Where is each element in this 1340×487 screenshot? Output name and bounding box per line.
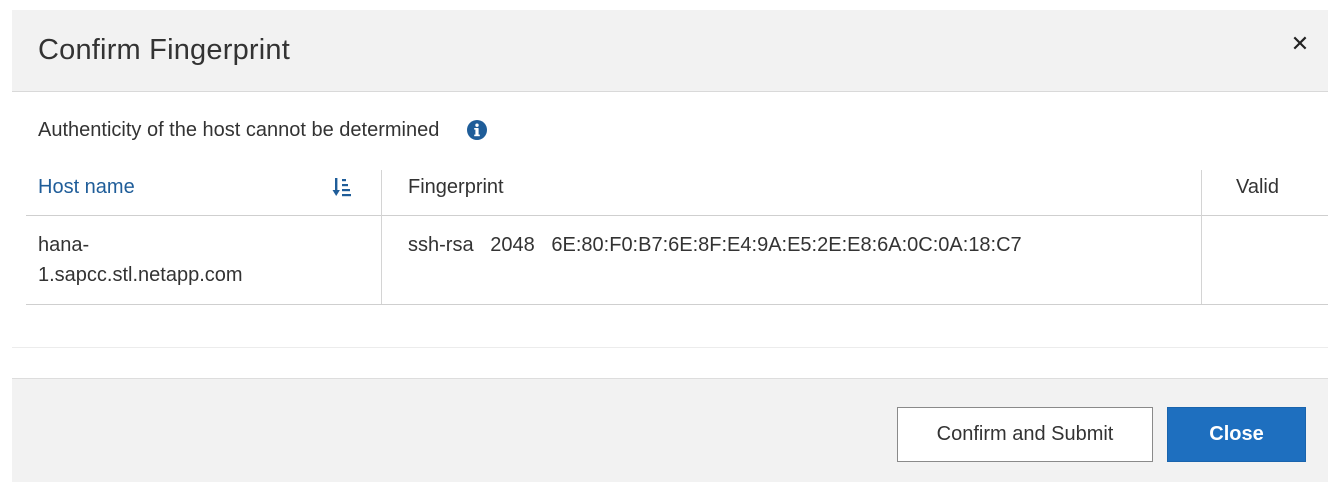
dialog-footer: Confirm and Submit Close (12, 378, 1328, 482)
divider (12, 347, 1328, 348)
dialog-title: Confirm Fingerprint (38, 34, 290, 66)
close-button[interactable]: Close (1167, 407, 1306, 462)
fingerprint-cell: ssh-rsa 2048 6E:80:F0:B7:6E:8F:E4:9A:E5:… (408, 234, 1022, 256)
column-header-fingerprint[interactable]: Fingerprint (408, 176, 504, 199)
column-header-valid[interactable]: Valid (1236, 176, 1279, 199)
table-row[interactable]: hana- 1.sapcc.stl.netapp.com ssh-rsa 204… (26, 216, 1328, 305)
dialog-header: Confirm Fingerprint ✕ (12, 10, 1328, 92)
confirm-and-submit-button[interactable]: Confirm and Submit (897, 407, 1153, 462)
host-name-line: hana- (38, 234, 90, 256)
host-name-line: 1.sapcc.stl.netapp.com (38, 264, 243, 286)
authenticity-notice: Authenticity of the host cannot be deter… (38, 116, 488, 144)
close-icon[interactable]: ✕ (1286, 30, 1314, 58)
info-icon[interactable] (467, 120, 488, 140)
notice-text: Authenticity of the host cannot be deter… (38, 118, 440, 141)
host-name-cell: hana- 1.sapcc.stl.netapp.com (38, 230, 368, 290)
confirm-fingerprint-dialog: Confirm Fingerprint ✕ Authenticity of th… (12, 10, 1328, 482)
table-header-row: Host name Fingerprint Valid (26, 160, 1328, 216)
sort-ascending-icon[interactable] (332, 176, 352, 198)
column-header-host-name[interactable]: Host name (38, 176, 135, 199)
